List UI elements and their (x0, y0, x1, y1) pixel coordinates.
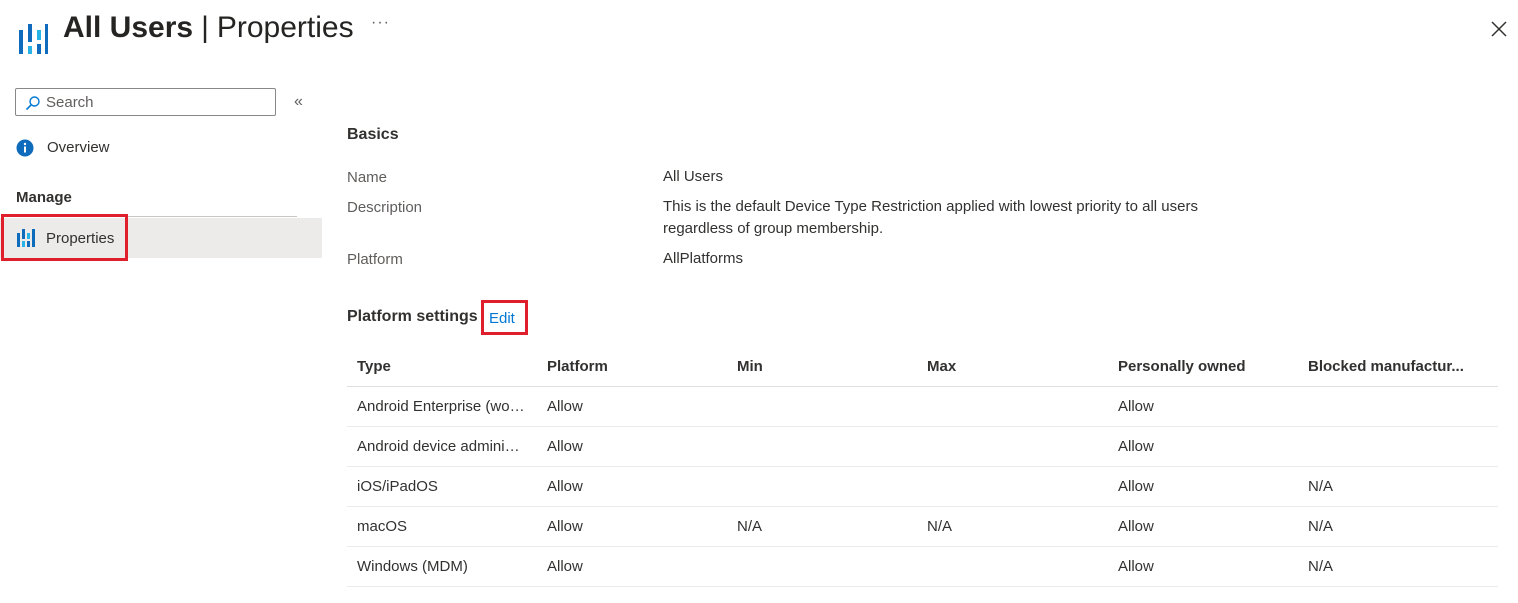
properties-icon (17, 229, 35, 247)
table-header-row: Type Platform Min Max Personally owned B… (347, 346, 1498, 387)
cell-type: Android device administrator (347, 426, 537, 467)
sidebar-item-overview[interactable]: Overview (14, 136, 314, 162)
cell-max (917, 546, 1108, 587)
search-input[interactable] (46, 91, 266, 113)
cell-blocked-manufacturers: N/A (1298, 546, 1498, 587)
section-heading-manage: Manage (16, 189, 72, 206)
cell-personally-owned: Allow (1108, 506, 1298, 547)
cell-type: iOS/iPadOS (347, 466, 537, 507)
title-secondary: Properties (216, 11, 354, 44)
page-title: All Users | Properties (63, 8, 354, 48)
cell-personally-owned: Allow (1108, 546, 1298, 587)
cell-max (917, 426, 1108, 467)
column-header-blocked-manufacturers[interactable]: Blocked manufactur... (1298, 346, 1498, 387)
column-header-platform[interactable]: Platform (537, 346, 727, 387)
name-value: All Users (663, 168, 724, 185)
section-heading-basics: Basics (347, 126, 399, 143)
platform-label: Platform (347, 251, 403, 268)
table-row[interactable]: Android Enterprise (work profile) Allow … (347, 386, 1498, 427)
cell-platform: Allow (537, 506, 727, 547)
platform-settings-table: Type Platform Min Max Personally owned B… (347, 346, 1498, 587)
section-heading-platform-settings: Platform settings (347, 308, 478, 325)
cell-platform: Allow (537, 546, 727, 587)
cell-platform: Allow (537, 466, 727, 507)
edit-link[interactable]: Edit (489, 310, 515, 327)
name-label: Name (347, 169, 388, 186)
cell-blocked-manufacturers (1298, 386, 1498, 427)
more-options-button[interactable]: ··· (371, 14, 390, 32)
collapse-sidebar-button[interactable]: « (294, 93, 303, 111)
table-row[interactable]: Android device administrator Allow Allow (347, 426, 1498, 467)
title-separator: | (201, 11, 209, 44)
cell-min (727, 466, 917, 507)
column-header-min[interactable]: Min (727, 346, 917, 387)
cell-type: macOS (347, 506, 537, 547)
column-header-max[interactable]: Max (917, 346, 1108, 387)
cell-min (727, 386, 917, 427)
divider (16, 216, 297, 217)
cell-type: Windows (MDM) (347, 546, 537, 587)
cell-blocked-manufacturers: N/A (1298, 506, 1498, 547)
cell-max: N/A (917, 506, 1108, 547)
column-header-personally-owned[interactable]: Personally owned (1108, 346, 1298, 387)
cell-max (917, 386, 1108, 427)
cell-blocked-manufacturers (1298, 426, 1498, 467)
description-value: This is the default Device Type Restrict… (663, 198, 1198, 237)
cell-min (727, 546, 917, 587)
close-icon[interactable] (1488, 18, 1510, 40)
cell-blocked-manufacturers: N/A (1298, 466, 1498, 507)
search-box[interactable] (15, 88, 276, 116)
info-icon (16, 139, 34, 157)
title-primary: All Users (63, 11, 194, 44)
cell-personally-owned: Allow (1108, 466, 1298, 507)
description-label: Description (347, 199, 423, 216)
cell-type: Android Enterprise (work profile) (347, 386, 537, 427)
cell-min (727, 426, 917, 467)
sidebar-item-label: Overview (47, 139, 110, 156)
cell-min: N/A (727, 506, 917, 547)
table-row[interactable]: iOS/iPadOS Allow Allow N/A (347, 466, 1498, 507)
app-icon (18, 20, 48, 58)
platform-value: AllPlatforms (663, 250, 744, 267)
cell-personally-owned: Allow (1108, 426, 1298, 467)
sidebar-item-properties[interactable]: Properties (0, 218, 322, 258)
cell-max (917, 466, 1108, 507)
search-icon (25, 96, 40, 111)
cell-platform: Allow (537, 386, 727, 427)
sidebar-item-label: Properties (46, 230, 115, 247)
cell-platform: Allow (537, 426, 727, 467)
table-row[interactable]: macOS Allow N/A N/A Allow N/A (347, 506, 1498, 547)
column-header-type[interactable]: Type (347, 346, 537, 387)
cell-personally-owned: Allow (1108, 386, 1298, 427)
table-row[interactable]: Windows (MDM) Allow Allow N/A (347, 546, 1498, 587)
